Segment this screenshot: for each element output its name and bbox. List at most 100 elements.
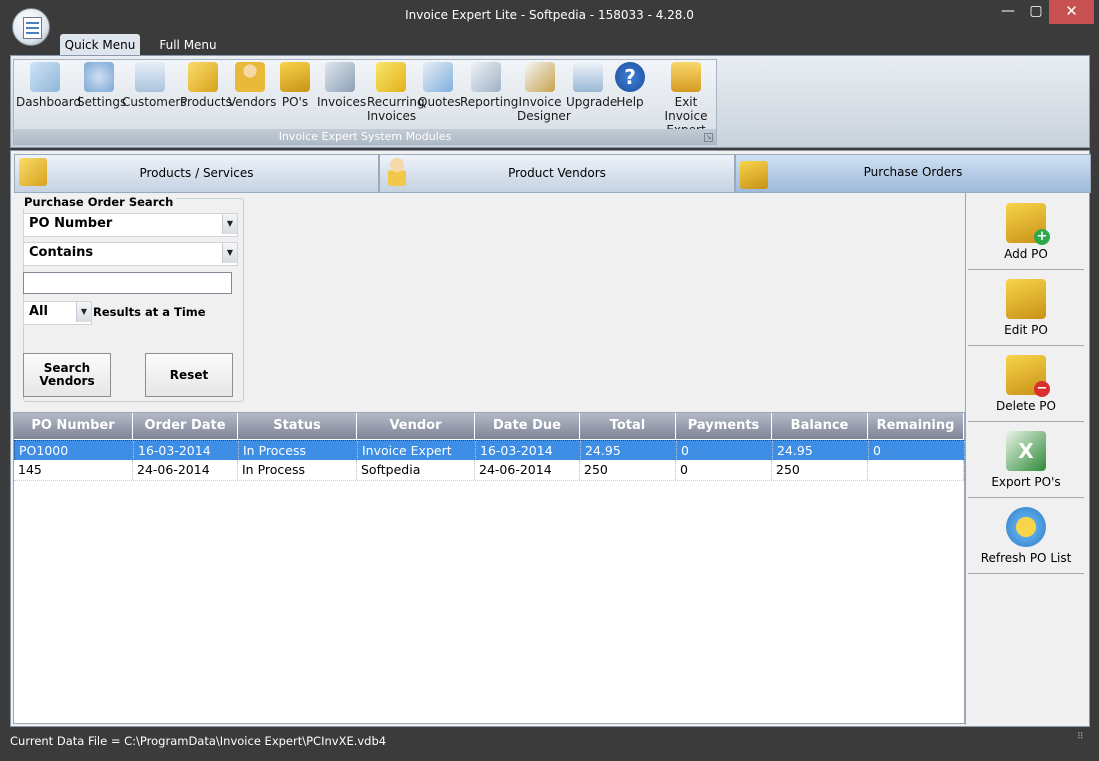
ribbon-button-vendors[interactable]: Vendors <box>228 62 277 109</box>
status-bar: Current Data File = C:\ProgramData\Invoi… <box>10 734 387 748</box>
quotes-icon <box>423 62 453 92</box>
ribbon-button-label: Reporting <box>460 95 519 109</box>
ribbon-button-invoices[interactable]: Invoices <box>317 62 367 109</box>
chevron-down-icon[interactable]: ▼ <box>222 243 237 263</box>
edit-po-button[interactable]: Edit PO <box>968 271 1084 346</box>
app-menu-button[interactable] <box>12 8 50 46</box>
minimize-button[interactable]: — <box>993 0 1023 24</box>
ribbon-button-upgrade[interactable]: Upgrade <box>566 62 618 109</box>
customers-icon <box>134 62 165 92</box>
table-cell-order-date: 16-03-2014 <box>134 441 239 461</box>
dialog-launcher-icon[interactable]: ↘ <box>704 133 713 142</box>
search-operator-select[interactable]: Contains ▼ <box>23 242 238 266</box>
ribbon-button-label: Recurring Invoices <box>367 95 425 123</box>
ribbon-button-settings[interactable]: Settings <box>77 62 127 109</box>
column-header-total[interactable]: Total <box>580 413 676 439</box>
edit-po-icon <box>1006 279 1046 319</box>
ribbon-tabs: Quick Menu Full Menu <box>10 32 1090 56</box>
table-cell-po-number: PO1000 <box>15 441 134 461</box>
folder-icon <box>19 158 47 186</box>
delete-po-button[interactable]: − Delete PO <box>968 347 1084 422</box>
delete-po-icon: − <box>1006 355 1050 397</box>
search-input[interactable] <box>23 272 232 294</box>
purchase-orders-grid: PO Number Order Date Status Vendor Date Due T… <box>13 412 966 724</box>
purchase-orders-icon <box>280 62 310 92</box>
ribbon-button-customers[interactable]: Customers <box>122 62 187 109</box>
ribbon-button-label: Upgrade <box>566 95 618 109</box>
table-cell-payments: 0 <box>677 441 773 461</box>
table-cell-po-number: 145 <box>14 460 133 480</box>
ribbon-button-label: Dashboard <box>16 95 82 109</box>
po-search-legend: Purchase Order Search <box>21 195 177 209</box>
cart-icon <box>325 62 355 92</box>
ribbon-button-exit-invoice-expert[interactable]: Exit Invoice Expert <box>654 62 718 137</box>
chevron-down-icon[interactable]: ▼ <box>222 214 237 234</box>
window-title: Invoice Expert Lite - Softpedia - 158033… <box>405 8 694 22</box>
column-header-vendor[interactable]: Vendor <box>357 413 475 439</box>
table-cell-date-due: 16-03-2014 <box>476 441 581 461</box>
ribbon-button-label: Settings <box>77 95 127 109</box>
products-icon <box>188 62 218 92</box>
search-vendors-button[interactable]: Search Vendors <box>23 353 111 397</box>
add-po-icon: + <box>1006 203 1050 245</box>
ribbon-button-help[interactable]: ? Help <box>614 62 646 109</box>
ribbon-button-reporting[interactable]: Reporting <box>460 62 519 109</box>
ribbon-button-products[interactable]: Products <box>180 62 232 109</box>
table-cell-remaining <box>868 460 964 480</box>
column-header-status[interactable]: Status <box>238 413 357 439</box>
tab-product-vendors[interactable]: Product Vendors <box>379 154 735 193</box>
ribbon-button-label: Invoices <box>317 95 367 109</box>
designer-icon <box>525 62 555 92</box>
tab-purchase-orders[interactable]: Purchase Orders <box>735 154 1091 193</box>
table-cell-remaining: 0 <box>869 441 965 461</box>
ribbon: Dashboard Settings Customers Products Vendor… <box>10 55 1090 148</box>
ribbon-button-po-s[interactable]: PO's <box>278 62 312 109</box>
ribbon-button-label: PO's <box>281 95 309 109</box>
refresh-icon <box>1006 507 1046 547</box>
table-row[interactable]: 145 24-06-2014 In Process Softpedia 24-06-20… <box>14 460 964 481</box>
results-count-select[interactable]: All ▼ <box>23 301 92 325</box>
tab-quick-menu[interactable]: Quick Menu <box>60 34 140 56</box>
close-button[interactable]: ✕ <box>1049 0 1094 24</box>
reset-button[interactable]: Reset <box>145 353 233 397</box>
chevron-down-icon[interactable]: ▼ <box>76 302 91 322</box>
table-row[interactable]: PO1000 16-03-2014 In Process Invoice Expert… <box>14 440 966 462</box>
exit-icon <box>671 62 701 92</box>
resize-grip-icon[interactable]: ⠿ <box>1077 733 1089 747</box>
table-cell-date-due: 24-06-2014 <box>475 460 580 480</box>
column-header-date-due[interactable]: Date Due <box>475 413 580 439</box>
ribbon-button-label: Invoice Designer <box>517 95 571 123</box>
column-header-po-number[interactable]: PO Number <box>14 413 133 439</box>
search-field-select[interactable]: PO Number ▼ <box>23 213 238 237</box>
ribbon-button-invoice-designer[interactable]: Invoice Designer <box>517 62 571 123</box>
table-cell-balance: 250 <box>772 460 868 480</box>
table-cell-vendor: Invoice Expert <box>358 441 476 461</box>
help-icon: ? <box>615 62 645 92</box>
main-panel: Products / Services Product Vendors Purc… <box>10 150 1091 727</box>
tab-products-services[interactable]: Products / Services <box>14 154 379 193</box>
excel-export-icon: X <box>1006 431 1046 471</box>
dashboard-icon <box>30 62 60 92</box>
refresh-po-list-button[interactable]: Refresh PO List <box>968 499 1084 574</box>
ribbon-button-label: Vendors <box>228 95 277 109</box>
ribbon-button-quotes[interactable]: Quotes <box>418 62 461 109</box>
column-header-payments[interactable]: Payments <box>676 413 772 439</box>
upgrade-icon <box>573 62 603 92</box>
tab-full-menu[interactable]: Full Menu <box>148 34 228 56</box>
action-label: Add PO <box>1004 247 1048 261</box>
ribbon-button-label: Products <box>180 95 232 109</box>
column-header-balance[interactable]: Balance <box>772 413 868 439</box>
column-header-order-date[interactable]: Order Date <box>133 413 238 439</box>
export-po-s-button[interactable]: X Export PO's <box>968 423 1084 498</box>
column-header-remaining[interactable]: Remaining <box>868 413 964 439</box>
ribbon-button-recurring-invoices[interactable]: Recurring Invoices <box>367 62 425 123</box>
table-cell-total: 24.95 <box>581 441 677 461</box>
results-at-a-time-label: Results at a Time <box>93 305 206 319</box>
maximize-button[interactable]: ▢ <box>1023 0 1049 24</box>
add-po-button[interactable]: + Add PO <box>968 195 1084 270</box>
ribbon-button-label: Customers <box>122 95 187 109</box>
table-cell-status: In Process <box>239 441 358 461</box>
ribbon-button-dashboard[interactable]: Dashboard <box>16 62 82 109</box>
table-cell-vendor: Softpedia <box>357 460 475 480</box>
vendors-icon <box>235 62 265 92</box>
